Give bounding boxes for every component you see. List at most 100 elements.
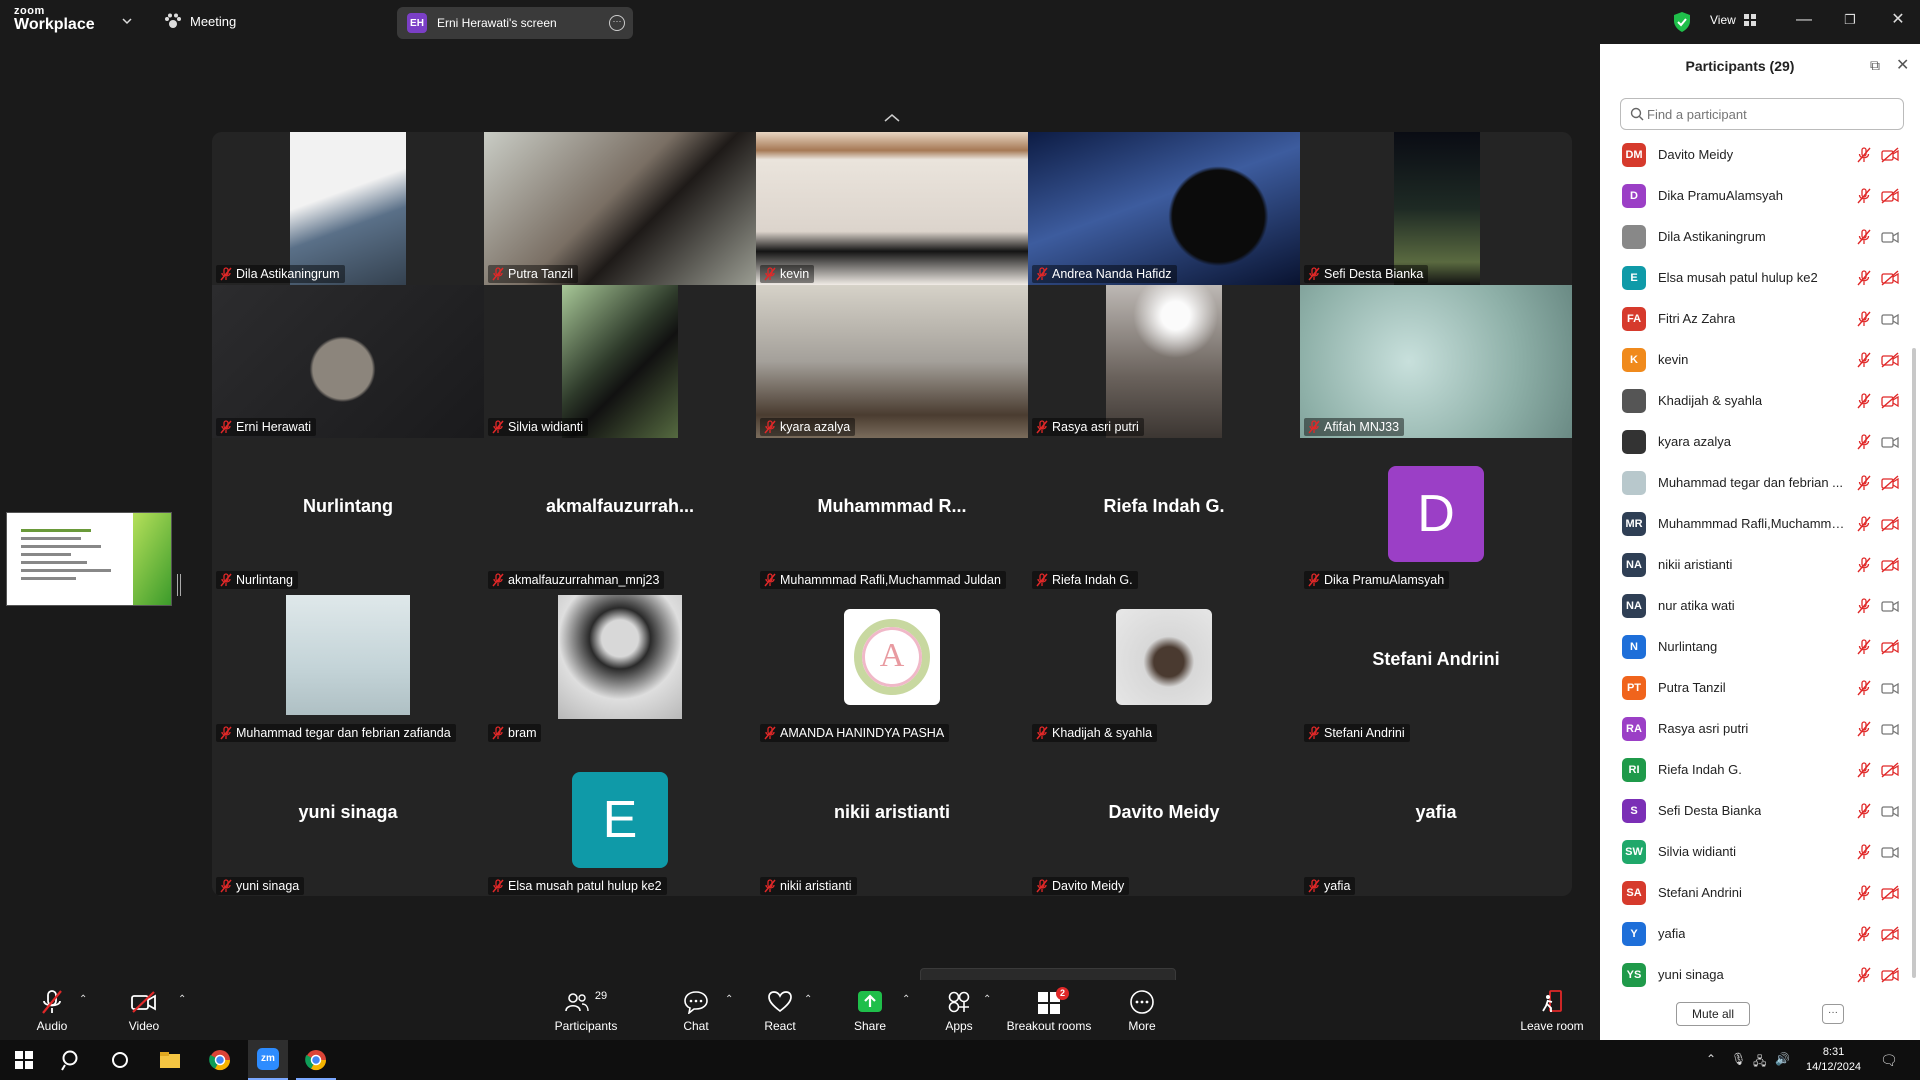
participant-row[interactable]: S Sefi Desta Bianka [1600,790,1910,831]
chat-options-caret[interactable]: ⌃ [725,994,733,1005]
participant-row[interactable]: SW Silvia widianti [1600,831,1910,872]
mic-muted-icon[interactable] [1856,475,1872,491]
splitter-handle[interactable] [177,574,181,596]
video-tile[interactable]: Silvia widianti [484,285,756,438]
video-tile[interactable]: Andrea Nanda Hafidz [1028,132,1300,285]
camera-off-icon[interactable] [1881,639,1899,655]
mic-muted-icon[interactable] [1856,885,1872,901]
camera-off-icon[interactable] [1881,147,1899,163]
participant-row[interactable]: SA Stefani Andrini [1600,872,1910,913]
network-icon[interactable]: 🖧 [1753,1052,1766,1073]
task-view-icon[interactable] [108,1048,132,1072]
video-options-caret[interactable]: ⌃ [178,994,186,1005]
participant-row[interactable]: K kevin [1600,339,1910,380]
camera-off-icon[interactable] [1881,557,1899,573]
participant-row[interactable]: RA Rasya asri putri [1600,708,1910,749]
participant-row[interactable]: NA nikii aristianti [1600,544,1910,585]
search-icon[interactable] [60,1048,84,1072]
camera-off-icon[interactable] [1881,352,1899,368]
video-tile[interactable]: D Dika PramuAlamsyah [1300,438,1572,591]
video-tile[interactable]: A AMANDA HANINDYA PASHA [756,591,1028,744]
chevron-up-icon[interactable] [880,110,904,124]
video-tile[interactable]: Davito Meidy Davito Meidy [1028,744,1300,896]
camera-off-icon[interactable] [1881,762,1899,778]
share-options-caret[interactable]: ⌃ [902,994,910,1005]
camera-icon[interactable] [1881,803,1899,819]
mic-muted-icon[interactable] [1856,639,1872,655]
mic-muted-icon[interactable] [1856,516,1872,532]
participant-row[interactable]: PT Putra Tanzil [1600,667,1910,708]
video-tile[interactable]: Erni Herawati [212,285,484,438]
more-button[interactable]: More [1122,988,1162,1033]
mic-muted-icon[interactable] [1856,270,1872,286]
video-tile[interactable]: Putra Tanzil [484,132,756,285]
chevron-down-icon[interactable] [122,16,132,26]
mic-muted-icon[interactable] [1856,721,1872,737]
mic-muted-icon[interactable] [1856,680,1872,696]
participant-row[interactable]: D Dika PramuAlamsyah [1600,175,1910,216]
participant-row[interactable]: kyara azalya [1600,421,1910,462]
camera-off-icon[interactable] [1881,270,1899,286]
audio-options-caret[interactable]: ⌃ [79,994,87,1005]
react-button[interactable]: React [760,988,800,1033]
participant-row[interactable]: Dila Astikaningrum [1600,216,1910,257]
mic-muted-icon[interactable] [1856,229,1872,245]
more-options-icon[interactable]: ··· [609,15,625,31]
close-icon[interactable]: ✕ [1888,10,1908,30]
participant-row[interactable]: Khadijah & syahla [1600,380,1910,421]
camera-off-icon[interactable] [1881,188,1899,204]
leave-room-button[interactable]: Leave room [1516,988,1588,1033]
file-explorer-icon[interactable] [158,1048,182,1072]
shield-icon[interactable] [1672,11,1692,33]
camera-icon[interactable] [1881,598,1899,614]
mic-muted-icon[interactable] [1856,967,1872,983]
mic-muted-icon[interactable] [1856,762,1872,778]
participant-row[interactable]: YS yuni sinaga [1600,954,1910,995]
tray-chevron-icon[interactable]: ⌃ [1706,1052,1716,1066]
camera-icon[interactable] [1881,680,1899,696]
shared-screen-thumbnail[interactable] [6,512,172,606]
participant-row[interactable]: N Nurlintang [1600,626,1910,667]
video-tile[interactable]: yuni sinaga yuni sinaga [212,744,484,896]
video-tile[interactable]: E Elsa musah patul hulup ke2 [484,744,756,896]
camera-off-icon[interactable] [1881,926,1899,942]
video-tile[interactable]: Muhammad tegar dan febrian zafianda [212,591,484,744]
camera-off-icon[interactable] [1881,516,1899,532]
participant-row[interactable]: DM Davito Meidy [1600,134,1910,175]
video-tile[interactable]: bram [484,591,756,744]
camera-icon[interactable] [1881,721,1899,737]
mic-muted-icon[interactable] [1856,311,1872,327]
camera-off-icon[interactable] [1881,475,1899,491]
chrome-taskbar-item[interactable] [296,1040,336,1080]
camera-icon[interactable] [1881,844,1899,860]
video-tile[interactable]: Riefa Indah G. Riefa Indah G. [1028,438,1300,591]
mic-muted-icon[interactable] [1856,393,1872,409]
video-tile[interactable]: Afifah MNJ33 [1300,285,1572,438]
apps-button[interactable]: Apps [939,988,979,1033]
system-clock[interactable]: 8:31 14/12/2024 [1806,1045,1861,1075]
video-tile[interactable]: kyara azalya [756,285,1028,438]
audio-button[interactable]: Audio [32,988,72,1033]
video-tile[interactable]: yafia yafia [1300,744,1572,896]
panel-more-button[interactable]: ··· [1822,1004,1844,1024]
camera-off-icon[interactable] [1881,393,1899,409]
notifications-icon[interactable]: 🗨 [1880,1052,1898,1069]
camera-icon[interactable] [1881,434,1899,450]
mic-muted-icon[interactable] [1856,352,1872,368]
video-tile[interactable]: Khadijah & syahla [1028,591,1300,744]
participant-row[interactable]: E Elsa musah patul hulup ke2 [1600,257,1910,298]
video-tile[interactable]: Sefi Desta Bianka [1300,132,1572,285]
react-options-caret[interactable]: ⌃ [804,994,812,1005]
meeting-tab[interactable]: Meeting [164,13,236,29]
screen-share-tab[interactable]: EH Erni Herawati's screen ··· [397,7,633,39]
close-panel-icon[interactable]: ✕ [1896,55,1909,75]
breakout-rooms-button[interactable]: Breakout rooms 2 [1004,987,1094,1033]
volume-icon[interactable]: 🔊 [1775,1052,1790,1066]
share-button[interactable]: Share [850,988,890,1033]
chrome-icon[interactable] [208,1048,232,1072]
restore-icon[interactable]: ❐ [1840,10,1860,30]
camera-icon[interactable] [1881,229,1899,245]
view-button[interactable]: View [1710,13,1756,27]
participant-row[interactable]: Muhammad tegar dan febrian ... [1600,462,1910,503]
mic-muted-icon[interactable] [1856,188,1872,204]
